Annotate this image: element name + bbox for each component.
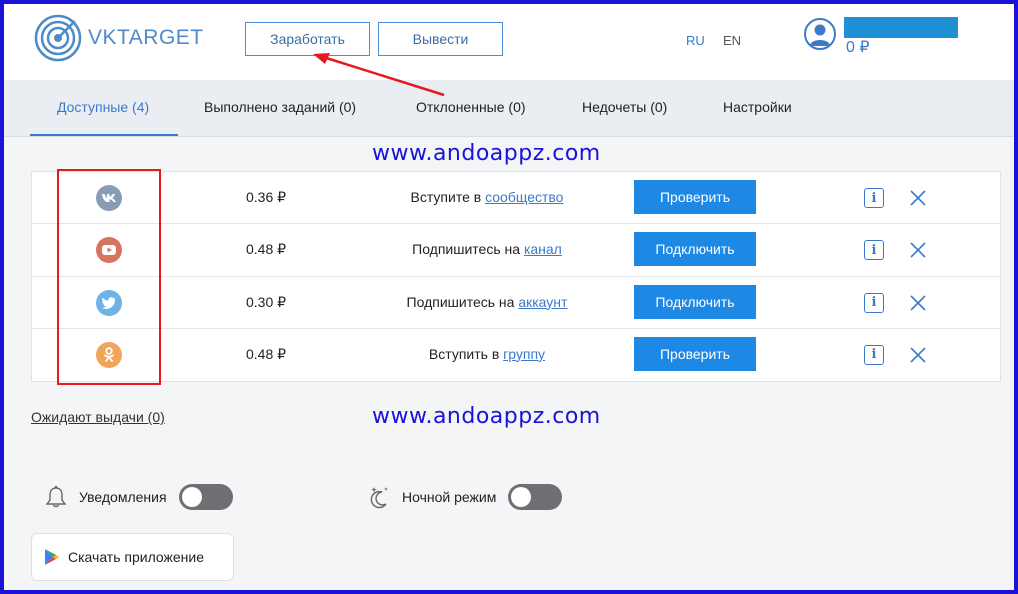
- task-row: 0.30 ₽ Подпишитесь на аккаунт Подключить…: [32, 277, 1000, 329]
- notifications-setting: Уведомления: [43, 483, 233, 511]
- download-app-label: Скачать приложение: [68, 549, 205, 565]
- task-reward: 0.30 ₽: [246, 293, 287, 310]
- task-link[interactable]: группу: [503, 346, 545, 362]
- task-text: Вступите в: [410, 189, 486, 205]
- task-link[interactable]: канал: [524, 241, 562, 257]
- task-text: Подпишитесь на: [406, 293, 519, 310]
- task-description: Подпишитесь на канал: [322, 241, 652, 257]
- info-icon[interactable]: i: [864, 344, 884, 365]
- task-row: 0.48 ₽ Подпишитесь на канал Подключить i: [32, 224, 1000, 277]
- logo[interactable]: VKTARGET: [34, 14, 204, 62]
- task-link[interactable]: аккаунт: [518, 294, 567, 310]
- tab-available[interactable]: Доступные (4): [57, 99, 149, 115]
- user-icon: [810, 24, 830, 46]
- close-icon[interactable]: [908, 188, 928, 208]
- task-description: Подпишитесь на аккаунт: [322, 294, 652, 310]
- google-play-icon: [45, 549, 59, 565]
- info-icon[interactable]: i: [864, 188, 884, 208]
- moon-stars-icon: [370, 487, 388, 509]
- close-icon[interactable]: [908, 240, 928, 260]
- annotation-highlight-box: [57, 169, 161, 385]
- watermark-bottom: www.andoappz.com: [372, 404, 601, 429]
- task-text: Подпишитесь на: [412, 241, 524, 258]
- task-reward: 0.36 ₽: [246, 189, 287, 205]
- download-app-button[interactable]: Скачать приложение: [31, 533, 234, 581]
- connect-button[interactable]: Подключить: [634, 284, 756, 319]
- night-mode-setting: Ночной режим: [366, 483, 563, 511]
- logo-text: VKTARGET: [88, 26, 204, 49]
- top-header: VKTARGET Заработать Вывести RU EN 0 ₽: [4, 4, 1014, 80]
- info-icon[interactable]: i: [864, 240, 884, 261]
- task-row: 0.48 ₽ Вступить в группу Проверить i: [32, 329, 1000, 381]
- task-description: Вступить в группу: [322, 346, 652, 362]
- connect-button[interactable]: Подключить: [634, 232, 756, 267]
- tab-completed[interactable]: Выполнено заданий (0): [204, 99, 356, 115]
- tab-rejected[interactable]: Отклоненные (0): [416, 99, 526, 115]
- task-text: Вступить в: [428, 345, 504, 362]
- bell-icon: [45, 485, 67, 508]
- check-button[interactable]: Проверить: [634, 180, 756, 214]
- task-reward: 0.48 ₽: [246, 241, 287, 258]
- tab-defects[interactable]: Недочеты (0): [582, 99, 667, 115]
- tasks-list: 0.36 ₽ Вступите в сообщество Проверить i…: [31, 171, 1001, 382]
- pending-payouts-link[interactable]: Ожидают выдачи (0): [31, 409, 165, 425]
- balance: 0 ₽: [846, 39, 870, 56]
- check-button[interactable]: Проверить: [634, 336, 756, 371]
- close-icon[interactable]: [908, 293, 928, 313]
- task-link[interactable]: сообщество: [485, 189, 563, 205]
- tab-settings[interactable]: Настройки: [723, 99, 792, 115]
- active-tab-indicator: [30, 134, 178, 136]
- tabs-bar: Доступные (4) Выполнено заданий (0) Откл…: [4, 80, 1014, 137]
- target-logo-icon: [34, 14, 82, 62]
- watermark-top: www.andoappz.com: [372, 141, 601, 166]
- info-icon[interactable]: i: [864, 292, 884, 313]
- task-description: Вступите в сообщество: [322, 189, 652, 205]
- earn-button[interactable]: Заработать: [245, 22, 370, 56]
- lang-ru-link[interactable]: RU: [686, 33, 705, 48]
- night-mode-toggle[interactable]: [508, 484, 563, 510]
- withdraw-button[interactable]: Вывести: [378, 22, 503, 56]
- username-redacted: [844, 17, 958, 38]
- notifications-label: Уведомления: [79, 489, 167, 505]
- avatar-icon[interactable]: [804, 18, 836, 50]
- notifications-toggle[interactable]: [178, 484, 233, 510]
- lang-en-link[interactable]: EN: [723, 33, 741, 48]
- task-row: 0.36 ₽ Вступите в сообщество Проверить i: [32, 172, 1000, 225]
- task-reward: 0.48 ₽: [246, 345, 287, 362]
- close-icon[interactable]: [908, 345, 928, 365]
- night-mode-label: Ночной режим: [402, 489, 497, 505]
